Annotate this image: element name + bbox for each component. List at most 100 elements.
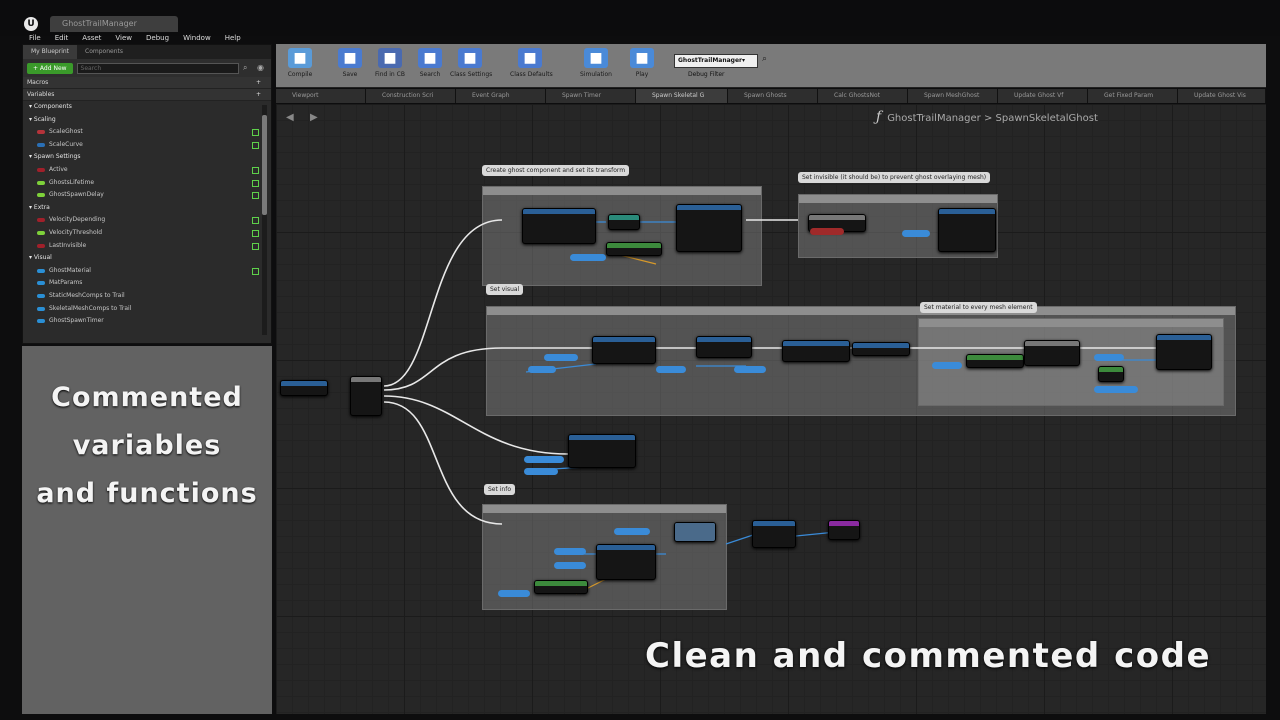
add-variable-icon[interactable]: +: [256, 89, 261, 100]
node-get-num-materials[interactable]: [966, 354, 1024, 368]
node-make-ghost-info[interactable]: [596, 544, 656, 580]
menu-help[interactable]: Help: [218, 32, 248, 44]
node-input-event[interactable]: [280, 380, 328, 396]
node-material-param[interactable]: [1098, 366, 1124, 382]
graph-tab[interactable]: Spawn Skeletal G: [636, 89, 728, 103]
var-target[interactable]: [902, 230, 930, 237]
instance-editable-eye-icon[interactable]: [252, 192, 259, 200]
graph-tab[interactable]: Construction Scri: [366, 89, 456, 103]
variable-item[interactable]: GhostSpawnTimer: [23, 315, 271, 328]
view-options-icon[interactable]: ◉: [257, 63, 267, 73]
menu-debug[interactable]: Debug: [139, 32, 176, 44]
var-mesh-ref[interactable]: [528, 366, 556, 373]
add-new-button[interactable]: + Add New: [27, 62, 73, 74]
search-input[interactable]: Search: [76, 62, 239, 74]
menu-edit[interactable]: Edit: [48, 32, 76, 44]
tab-components[interactable]: Components: [77, 45, 131, 59]
node-set-collision[interactable]: [782, 340, 850, 362]
search-button[interactable]: ■ Search: [410, 48, 450, 84]
class-defaults-button[interactable]: ■ Class Defaults: [510, 48, 553, 84]
instance-editable-eye-icon[interactable]: [252, 229, 259, 237]
node-set-visibility[interactable]: [938, 208, 996, 252]
variable-item[interactable]: MatParams: [23, 277, 271, 290]
var-material-array[interactable]: [1094, 386, 1138, 393]
node-set-world-transform[interactable]: [676, 204, 742, 252]
var-anim-instance[interactable]: [734, 366, 766, 373]
node-sequence[interactable]: [350, 376, 382, 416]
menu-view[interactable]: View: [108, 32, 139, 44]
graph-tab[interactable]: Spawn MeshGhost: [908, 89, 998, 103]
add-macro-icon[interactable]: +: [256, 77, 261, 88]
variable-item[interactable]: LastInvisible: [23, 240, 271, 253]
variable-item[interactable]: VelocityThreshold: [23, 227, 271, 240]
graph-tab[interactable]: Spawn Timer: [546, 89, 636, 103]
instance-editable-eye-icon[interactable]: [252, 166, 259, 174]
tree-category[interactable]: ▾ Components: [23, 101, 271, 114]
var-ghost-item[interactable]: [524, 468, 558, 475]
var-anim-target[interactable]: [656, 366, 686, 373]
instance-editable-eye-icon[interactable]: [252, 179, 259, 187]
var-mesh-component[interactable]: [570, 254, 606, 261]
instance-editable-eye-icon[interactable]: [252, 141, 259, 149]
variable-item[interactable]: VelocityDepending: [23, 214, 271, 227]
variable-item[interactable]: GhostSpawnDelay: [23, 189, 271, 202]
graph-tab[interactable]: Event Graph: [456, 89, 546, 103]
menu-file[interactable]: File: [22, 32, 48, 44]
instance-editable-eye-icon[interactable]: [252, 129, 259, 137]
debug-search-icon[interactable]: ⌕: [762, 54, 767, 64]
node-add-skeletal-mesh-component[interactable]: [522, 208, 596, 244]
node-return-node[interactable]: [752, 520, 796, 548]
node-set-skeletal-mesh[interactable]: [592, 336, 656, 364]
category-variables[interactable]: Variables +: [23, 89, 271, 101]
node-set-anim-mode[interactable]: [696, 336, 752, 358]
tree-category[interactable]: ▾ Visual: [23, 252, 271, 265]
simulation-button[interactable]: ■ Simulation: [576, 48, 616, 84]
variable-item[interactable]: ScaleCurve: [23, 139, 271, 152]
var-time[interactable]: [498, 590, 530, 597]
save-button[interactable]: ■ Save: [330, 48, 370, 84]
node-for-loop[interactable]: [1024, 340, 1080, 366]
var-info-a[interactable]: [554, 548, 586, 555]
node-get-time[interactable]: [534, 580, 588, 594]
var-info-list[interactable]: [614, 528, 650, 535]
graph-tab[interactable]: Get Fixed Param: [1088, 89, 1178, 103]
instance-editable-eye-icon[interactable]: [252, 267, 259, 275]
category-macros[interactable]: Macros +: [23, 77, 271, 89]
compile-button[interactable]: ■ Compile: [280, 48, 320, 84]
find-in-cb-button[interactable]: ■ Find in CB: [370, 48, 410, 84]
variable-item[interactable]: StaticMeshComps to Trail: [23, 290, 271, 303]
blueprint-graph[interactable]: ◀ ▶ ƒ GhostTrailManager > SpawnSkeletalGh…: [276, 104, 1266, 714]
graph-tab[interactable]: Update Ghost Vis: [1178, 89, 1266, 103]
node-set-material[interactable]: [1156, 334, 1212, 370]
debug-object-dropdown[interactable]: GhostTrailManager▾: [674, 54, 758, 68]
tree-category[interactable]: ▾ Scaling: [23, 114, 271, 127]
variable-item[interactable]: GhostsLifetime: [23, 177, 271, 190]
var-visibility[interactable]: [810, 228, 844, 235]
variable-item[interactable]: SkeletalMeshComps to Trail: [23, 303, 271, 316]
instance-editable-eye-icon[interactable]: [252, 217, 259, 225]
graph-tab[interactable]: Spawn Ghosts: [728, 89, 818, 103]
var-info-b[interactable]: [554, 562, 586, 569]
graph-tab[interactable]: Update Ghost Vf: [998, 89, 1088, 103]
var-material-target[interactable]: [932, 362, 962, 369]
var-ghost-list[interactable]: [524, 456, 564, 463]
panel-scrollbar[interactable]: [262, 105, 267, 335]
class-settings-button[interactable]: ■ Class Settings: [450, 48, 492, 84]
node-add-info[interactable]: [674, 522, 716, 542]
scrollbar-thumb[interactable]: [262, 115, 267, 215]
tree-category[interactable]: ▾ Spawn Settings: [23, 151, 271, 164]
document-tab[interactable]: GhostTrailManager: [50, 16, 178, 32]
play-button[interactable]: ■ Play: [622, 48, 662, 84]
variable-item[interactable]: GhostMaterial: [23, 265, 271, 278]
menu-window[interactable]: Window: [176, 32, 218, 44]
var-dynamic-material[interactable]: [1094, 354, 1124, 361]
graph-tab[interactable]: Calc GhostsNot: [818, 89, 908, 103]
tab-my-blueprint[interactable]: My Blueprint: [23, 45, 78, 59]
node-get-transform[interactable]: [608, 214, 640, 230]
variable-item[interactable]: Active: [23, 164, 271, 177]
node-return-value[interactable]: [828, 520, 860, 540]
instance-editable-eye-icon[interactable]: [252, 242, 259, 250]
var-skeletal-mesh[interactable]: [544, 354, 578, 361]
tree-category[interactable]: ▾ Extra: [23, 202, 271, 215]
variable-item[interactable]: ScaleGhost: [23, 126, 271, 139]
